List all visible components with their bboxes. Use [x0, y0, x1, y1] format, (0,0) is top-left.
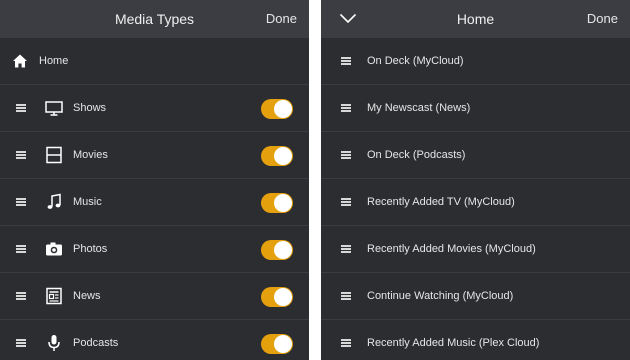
media-types-panel: Media Types Done Home Shows Movies Music… — [0, 0, 309, 360]
media-label: Movies — [73, 149, 108, 161]
list-item: Recently Added Music (Plex Cloud) — [321, 320, 630, 360]
drag-handle-icon[interactable] — [16, 292, 26, 300]
toggle-knob — [274, 335, 292, 353]
list-item: On Deck (MyCloud) — [321, 38, 630, 85]
home-icon — [13, 54, 27, 68]
media-row-photos: Photos — [0, 226, 309, 273]
toggle-knob — [274, 100, 292, 118]
drag-handle-icon[interactable] — [16, 198, 26, 206]
section-label: My Newscast (News) — [367, 102, 471, 114]
page-title: Home — [456, 11, 495, 27]
list-item: On Deck (Podcasts) — [321, 132, 630, 179]
shows-toggle[interactable] — [261, 99, 293, 119]
news-toggle[interactable] — [261, 287, 293, 307]
drag-handle-icon[interactable] — [341, 292, 351, 300]
toggle-knob — [274, 288, 292, 306]
drag-handle-icon[interactable] — [341, 104, 351, 112]
drag-handle-icon[interactable] — [16, 339, 26, 347]
list-item: Recently Added TV (MyCloud) — [321, 179, 630, 226]
home-label: Home — [39, 55, 69, 67]
media-label: Podcasts — [73, 337, 119, 349]
drag-handle-icon[interactable] — [16, 104, 26, 112]
section-label: Recently Added TV (MyCloud) — [367, 196, 515, 208]
media-row-podcasts: Podcasts — [0, 320, 309, 360]
movies-toggle[interactable] — [261, 146, 293, 166]
drag-handle-icon[interactable] — [16, 245, 26, 253]
media-label: News — [73, 290, 101, 302]
page-title: Media Types — [114, 11, 195, 27]
drag-handle-icon[interactable] — [341, 151, 351, 159]
toggle-knob — [274, 241, 292, 259]
done-button[interactable]: Done — [266, 0, 297, 38]
drag-handle-icon[interactable] — [341, 198, 351, 206]
media-row-shows: Shows — [0, 85, 309, 132]
camera-icon — [46, 242, 62, 256]
media-row-movies: Movies — [0, 132, 309, 179]
photos-toggle[interactable] — [261, 240, 293, 260]
section-label: Continue Watching (MyCloud) — [367, 290, 514, 302]
microphone-icon — [48, 335, 60, 351]
drag-handle-icon[interactable] — [16, 151, 26, 159]
section-label: On Deck (Podcasts) — [367, 149, 466, 161]
media-label: Shows — [73, 102, 107, 114]
media-types-header: Media Types Done — [0, 0, 309, 38]
media-row-music: Music — [0, 179, 309, 226]
home-sections-panel: Home Done On Deck (MyCloud) My Newscast … — [321, 0, 630, 360]
film-icon — [46, 146, 62, 164]
media-label: Photos — [73, 243, 108, 255]
podcasts-toggle[interactable] — [261, 334, 293, 354]
done-button[interactable]: Done — [587, 0, 618, 38]
list-item: Recently Added Movies (MyCloud) — [321, 226, 630, 273]
home-row[interactable]: Home — [0, 38, 309, 85]
drag-handle-icon[interactable] — [341, 245, 351, 253]
toggle-knob — [274, 194, 292, 212]
section-label: Recently Added Movies (MyCloud) — [367, 243, 536, 255]
section-label: On Deck (MyCloud) — [367, 55, 464, 67]
drag-handle-icon[interactable] — [341, 339, 351, 347]
media-row-news: News — [0, 273, 309, 320]
drag-handle-icon[interactable] — [341, 57, 351, 65]
newspaper-icon — [46, 287, 62, 305]
music-toggle[interactable] — [261, 193, 293, 213]
tv-icon — [45, 101, 63, 116]
toggle-knob — [274, 147, 292, 165]
media-label: Music — [73, 196, 102, 208]
list-item: Continue Watching (MyCloud) — [321, 273, 630, 320]
music-note-icon — [47, 193, 61, 209]
home-header: Home Done — [321, 0, 630, 38]
section-label: Recently Added Music (Plex Cloud) — [367, 337, 540, 349]
list-item: My Newscast (News) — [321, 85, 630, 132]
